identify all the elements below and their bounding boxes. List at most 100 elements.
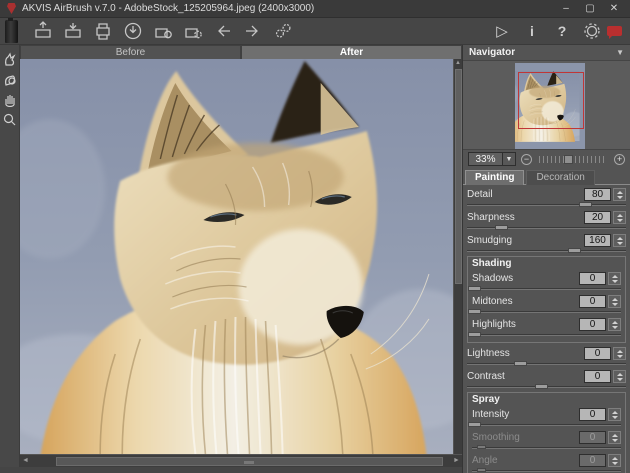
zoom-value: 33%: [469, 153, 502, 165]
param-spinner[interactable]: [608, 454, 621, 467]
export-button[interactable]: [180, 19, 206, 43]
navigator-view-rect[interactable]: [518, 72, 584, 129]
param-row-sharpness: Sharpness20: [467, 210, 626, 231]
run-icon: ▷: [496, 22, 508, 40]
param-spinner[interactable]: [608, 408, 621, 421]
save-icon: [63, 21, 83, 41]
run-button[interactable]: ▷: [489, 19, 515, 43]
open-button[interactable]: [30, 19, 56, 43]
zoom-out-button[interactable]: −: [521, 154, 532, 165]
settings-panel: Navigator ▼ 33% ▼ − + Painting Decoratio…: [462, 45, 630, 473]
undo-button[interactable]: [210, 19, 236, 43]
image-canvas[interactable]: [20, 59, 453, 454]
vertical-scrollbar[interactable]: ▲: [453, 59, 462, 454]
import-button[interactable]: [120, 19, 146, 43]
tab-decoration[interactable]: Decoration: [526, 170, 594, 185]
app-icon: [7, 3, 16, 14]
horizontal-scrollbar[interactable]: ◄ ►: [20, 454, 462, 467]
save-button[interactable]: [60, 19, 86, 43]
param-value-box[interactable]: 0: [584, 370, 611, 383]
tab-after[interactable]: After: [242, 46, 461, 59]
param-slider[interactable]: [467, 225, 626, 231]
scroll-up-icon[interactable]: ▲: [454, 59, 462, 68]
param-slider[interactable]: [472, 309, 621, 315]
param-spinner[interactable]: [613, 347, 626, 360]
param-value-box[interactable]: 0: [579, 295, 606, 308]
smudge-tool[interactable]: [1, 50, 19, 68]
help-button[interactable]: ?: [549, 19, 575, 43]
param-value-box[interactable]: 160: [584, 234, 611, 247]
param-value-box[interactable]: 0: [579, 431, 606, 444]
param-value-box[interactable]: 0: [584, 347, 611, 360]
batch-button[interactable]: [270, 19, 296, 43]
param-spinner[interactable]: [613, 234, 626, 247]
batch-gears-icon: [273, 21, 293, 41]
param-label: Contrast: [467, 371, 584, 382]
param-value-box[interactable]: 0: [579, 318, 606, 331]
scroll-left-icon[interactable]: ◄: [20, 455, 31, 467]
param-slider[interactable]: [472, 468, 621, 473]
share-button[interactable]: [150, 19, 176, 43]
navigator-header: Navigator ▼: [463, 45, 630, 60]
feedback-icon: [607, 26, 622, 36]
param-slider[interactable]: [467, 202, 626, 208]
zoom-caret-icon[interactable]: ▼: [502, 153, 515, 165]
param-label: Smoothing: [472, 432, 579, 443]
param-slider[interactable]: [472, 445, 621, 451]
about-button[interactable]: i: [519, 19, 545, 43]
settings-tabs: Painting Decoration: [463, 170, 630, 185]
param-label: Sharpness: [467, 212, 584, 223]
param-spinner[interactable]: [613, 370, 626, 383]
param-label: Midtones: [472, 296, 579, 307]
zoom-select[interactable]: 33% ▼: [468, 152, 516, 166]
export-icon: [183, 21, 203, 41]
param-slider[interactable]: [472, 422, 621, 428]
param-slider[interactable]: [472, 286, 621, 292]
param-slider[interactable]: [472, 332, 621, 338]
param-slider[interactable]: [467, 248, 626, 254]
param-value-box[interactable]: 0: [579, 408, 606, 421]
print-button[interactable]: [90, 19, 116, 43]
param-row-smudging: Smudging160: [467, 233, 626, 254]
tab-before[interactable]: Before: [21, 46, 240, 59]
scroll-right-icon[interactable]: ►: [451, 455, 462, 467]
tool-sidebar: [0, 45, 20, 473]
vertical-scroll-thumb[interactable]: [455, 69, 462, 284]
param-value-box[interactable]: 20: [584, 211, 611, 224]
shading-group: Shading Shadows0Midtones0Highlights0: [467, 256, 626, 343]
info-icon: i: [530, 23, 534, 39]
title-bar: AKVIS AirBrush v.7.0 - AdobeStock_125205…: [0, 0, 630, 18]
param-slider[interactable]: [467, 384, 626, 390]
preferences-button[interactable]: [579, 19, 605, 43]
param-value-box[interactable]: 0: [579, 454, 606, 467]
navigator-caret-icon[interactable]: ▼: [616, 48, 624, 57]
hand-tool[interactable]: [1, 90, 19, 108]
param-value-box[interactable]: 80: [584, 188, 611, 201]
zoom-slider[interactable]: [537, 153, 609, 165]
param-spinner[interactable]: [608, 318, 621, 331]
param-slider[interactable]: [467, 361, 626, 367]
redo-arrow-icon: [243, 21, 263, 41]
close-button[interactable]: ✕: [608, 0, 620, 18]
param-spinner[interactable]: [608, 431, 621, 444]
param-value-box[interactable]: 0: [579, 272, 606, 285]
param-spinner[interactable]: [608, 295, 621, 308]
open-icon: [33, 21, 53, 41]
param-spinner[interactable]: [608, 272, 621, 285]
redo-button[interactable]: [240, 19, 266, 43]
param-spinner[interactable]: [613, 188, 626, 201]
airbrush-logo-icon: [5, 20, 18, 43]
fox-image: [20, 59, 453, 454]
zoom-slider-handle[interactable]: [564, 155, 573, 164]
zoom-controls: 33% ▼ − +: [463, 150, 630, 168]
feedback-button[interactable]: [607, 26, 630, 36]
zoom-tool[interactable]: [1, 110, 19, 128]
history-brush-tool[interactable]: [1, 70, 19, 88]
param-spinner[interactable]: [613, 211, 626, 224]
param-row-highlights: Highlights0: [472, 317, 621, 338]
maximize-button[interactable]: ▢: [584, 0, 596, 18]
zoom-in-button[interactable]: +: [614, 154, 625, 165]
tab-painting[interactable]: Painting: [465, 170, 524, 185]
horizontal-scroll-thumb[interactable]: [56, 457, 442, 466]
minimize-button[interactable]: –: [560, 0, 572, 18]
